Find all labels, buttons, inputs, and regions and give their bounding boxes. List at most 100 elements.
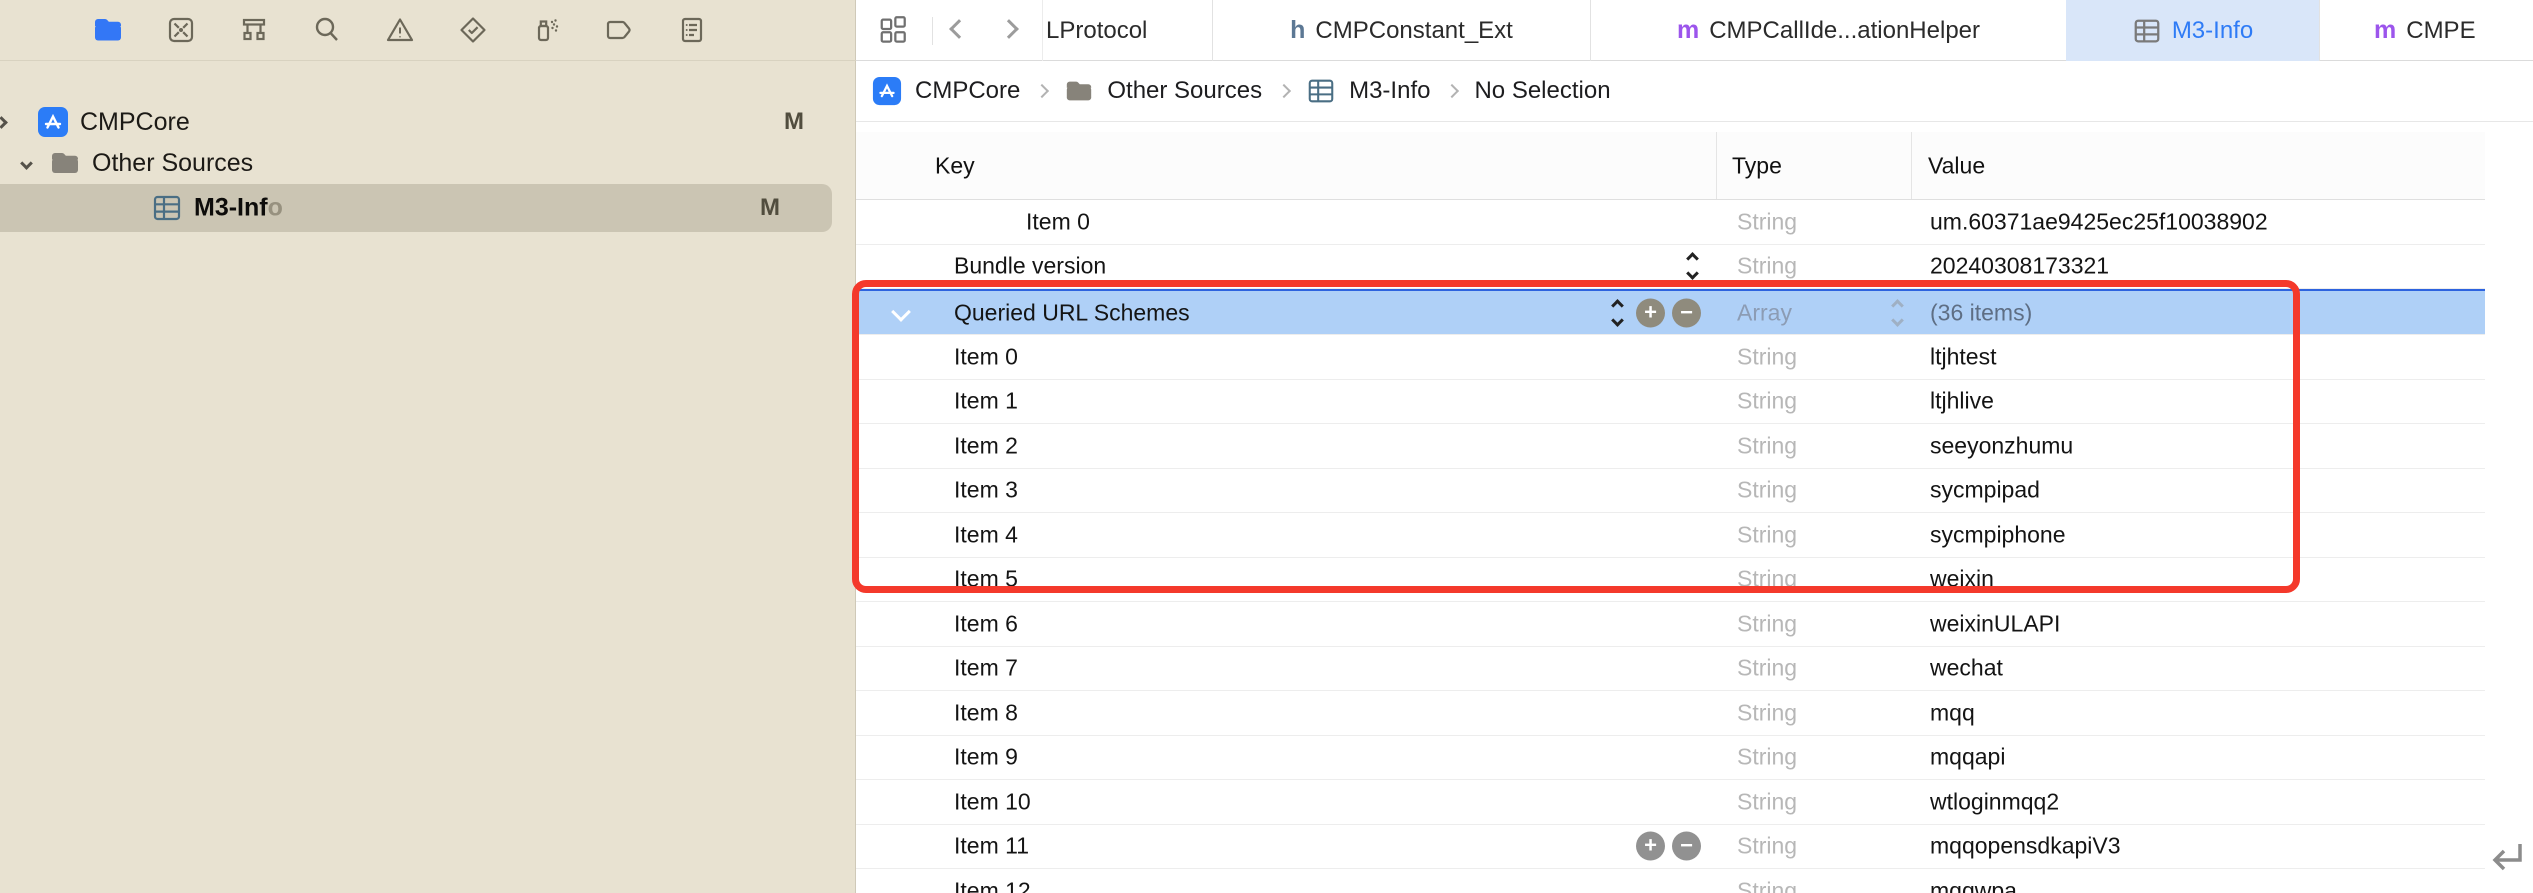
breadcrumb-item-group[interactable]: Other Sources [1107, 77, 1262, 105]
plist-type[interactable]: String [1737, 833, 1797, 860]
plist-key[interactable]: Item 3 [954, 477, 1018, 504]
project-navigator-icon[interactable] [92, 14, 124, 46]
table-row[interactable]: Item 4 String sycmpiphone [856, 513, 2485, 558]
sidebar-item-file-selected[interactable]: M3-Info M [0, 184, 832, 232]
table-row[interactable]: Item 7 String wechat [856, 646, 2485, 691]
plist-key[interactable]: Item 8 [954, 699, 1018, 726]
sidebar-item-project[interactable]: CMPCore M [0, 102, 856, 142]
project-name[interactable]: CMPCore [80, 108, 190, 137]
table-row[interactable]: Item 3 String sycmpipad [856, 468, 2485, 513]
plist-value[interactable]: seeyonzhumu [1930, 432, 2073, 459]
table-row[interactable]: Item 6 String weixinULAPI [856, 602, 2485, 647]
table-row[interactable]: Item 12 String mqqwpa [856, 869, 2485, 893]
disclosure-chevron-icon[interactable] [891, 301, 911, 322]
plist-value[interactable]: mqq [1930, 699, 1975, 726]
back-button[interactable] [949, 19, 969, 39]
column-header-type[interactable]: Type [1732, 152, 1782, 179]
table-row[interactable]: Item 10 String wtloginmqq2 [856, 780, 2485, 825]
table-row[interactable]: Item 9 String mqqapi [856, 735, 2485, 780]
column-divider[interactable] [1716, 132, 1717, 199]
plist-value[interactable]: sycmpiphone [1930, 521, 2066, 548]
table-row[interactable]: Item 2 String seeyonzhumu [856, 424, 2485, 469]
plist-type[interactable]: String [1737, 566, 1797, 593]
report-navigator-icon[interactable] [676, 14, 708, 46]
plist-value[interactable]: mqqwpa [1930, 877, 2017, 893]
plist-key[interactable]: Item 11 [954, 833, 1029, 860]
plist-key[interactable]: Item 0 [954, 343, 1018, 370]
breadcrumb-item-file[interactable]: M3-Info [1349, 77, 1430, 105]
plist-value[interactable]: mqqopensdkapiV3 [1930, 833, 2121, 860]
table-row[interactable]: Item 11 + − String mqqopensdkapiV3 [856, 824, 2485, 869]
plist-type[interactable]: String [1737, 655, 1797, 682]
plist-value[interactable]: um.60371ae9425ec25f10038902 [1930, 208, 2268, 235]
tab-lprotocol[interactable]: LProtocol [1042, 0, 1212, 61]
remove-row-button[interactable]: − [1672, 831, 1701, 861]
plist-key[interactable]: Bundle version [954, 253, 1106, 280]
debug-navigator-icon[interactable] [530, 14, 562, 46]
file-name[interactable]: M3-Inf [194, 194, 268, 222]
tab-cmpe[interactable]: m CMPE [2319, 0, 2533, 61]
breakpoint-navigator-icon[interactable] [603, 14, 635, 46]
plist-value[interactable]: wechat [1930, 655, 2003, 682]
plist-key[interactable]: Item 7 [954, 655, 1018, 682]
tab-overview-icon[interactable] [878, 14, 908, 44]
table-row[interactable]: Item 0 String ltjhtest [856, 335, 2485, 380]
plist-type[interactable]: String [1737, 343, 1797, 370]
plist-type[interactable]: String [1737, 521, 1797, 548]
table-row-selected[interactable]: Queried URL Schemes + − Array (36 items) [856, 289, 2485, 335]
plist-key[interactable]: Item 5 [954, 566, 1018, 593]
table-row[interactable]: Bundle version String 20240308173321 [856, 244, 2485, 289]
column-header-key[interactable]: Key [935, 152, 975, 179]
plist-value[interactable]: weixinULAPI [1930, 610, 2060, 637]
plist-value[interactable]: ltjhtest [1930, 343, 1996, 370]
breadcrumb-item-project[interactable]: CMPCore [915, 77, 1020, 105]
table-row[interactable]: Item 1 String ltjhlive [856, 379, 2485, 424]
test-navigator-icon[interactable] [457, 14, 489, 46]
plist-key[interactable]: Item 4 [954, 521, 1018, 548]
plist-type[interactable]: String [1737, 477, 1797, 504]
disclosure-chevron-icon[interactable] [0, 115, 8, 129]
forward-button[interactable] [999, 19, 1019, 39]
find-navigator-icon[interactable] [311, 14, 343, 46]
plist-value[interactable]: 20240308173321 [1930, 253, 2109, 280]
plist-type[interactable]: String [1737, 744, 1797, 771]
plist-type[interactable]: Array [1737, 299, 1792, 326]
plist-key[interactable]: Item 10 [954, 788, 1031, 815]
plist-value[interactable]: sycmpipad [1930, 477, 2040, 504]
breadcrumb-item-selection[interactable]: No Selection [1474, 77, 1610, 105]
plist-key[interactable]: Queried URL Schemes [954, 299, 1190, 326]
plist-type[interactable]: String [1737, 699, 1797, 726]
plist-key[interactable]: Item 1 [954, 388, 1018, 415]
plist-type[interactable]: String [1737, 610, 1797, 637]
add-row-button[interactable]: + [1636, 298, 1665, 327]
plist-key[interactable]: Item 2 [954, 432, 1018, 459]
plist-key[interactable]: Item 6 [954, 610, 1018, 637]
plist-type[interactable]: String [1737, 253, 1797, 280]
plist-value[interactable]: ltjhlive [1930, 388, 1994, 415]
plist-type[interactable]: String [1737, 432, 1797, 459]
group-name[interactable]: Other Sources [92, 149, 253, 178]
plist-value[interactable]: weixin [1930, 566, 1994, 593]
tab-m3-info-active[interactable]: M3-Info [2066, 0, 2319, 61]
plist-type[interactable]: String [1737, 877, 1797, 893]
remove-row-button[interactable]: − [1672, 298, 1701, 327]
stepper-control[interactable] [1684, 251, 1704, 281]
plist-type[interactable]: String [1737, 388, 1797, 415]
plist-type[interactable]: String [1737, 788, 1797, 815]
plist-key[interactable]: Item 0 [1026, 208, 1090, 235]
add-row-button[interactable]: + [1636, 831, 1665, 861]
column-header-value[interactable]: Value [1928, 152, 1985, 179]
issue-navigator-icon[interactable] [384, 14, 416, 46]
plist-value[interactable]: wtloginmqq2 [1930, 788, 2059, 815]
sidebar-item-group[interactable]: Other Sources [0, 143, 856, 183]
disclosure-chevron-icon[interactable] [20, 156, 33, 170]
plist-key[interactable]: Item 12 [954, 877, 1031, 893]
tab-cmpcallide-helper[interactable]: m CMPCallIde...ationHelper [1590, 0, 2066, 61]
plist-key[interactable]: Item 9 [954, 744, 1018, 771]
table-row[interactable]: Item 5 String weixin [856, 557, 2485, 602]
plist-value[interactable]: (36 items) [1930, 299, 2032, 326]
source-control-icon[interactable] [165, 14, 197, 46]
symbol-navigator-icon[interactable] [238, 14, 270, 46]
plist-type[interactable]: String [1737, 208, 1797, 235]
stepper-control[interactable] [1609, 298, 1629, 328]
